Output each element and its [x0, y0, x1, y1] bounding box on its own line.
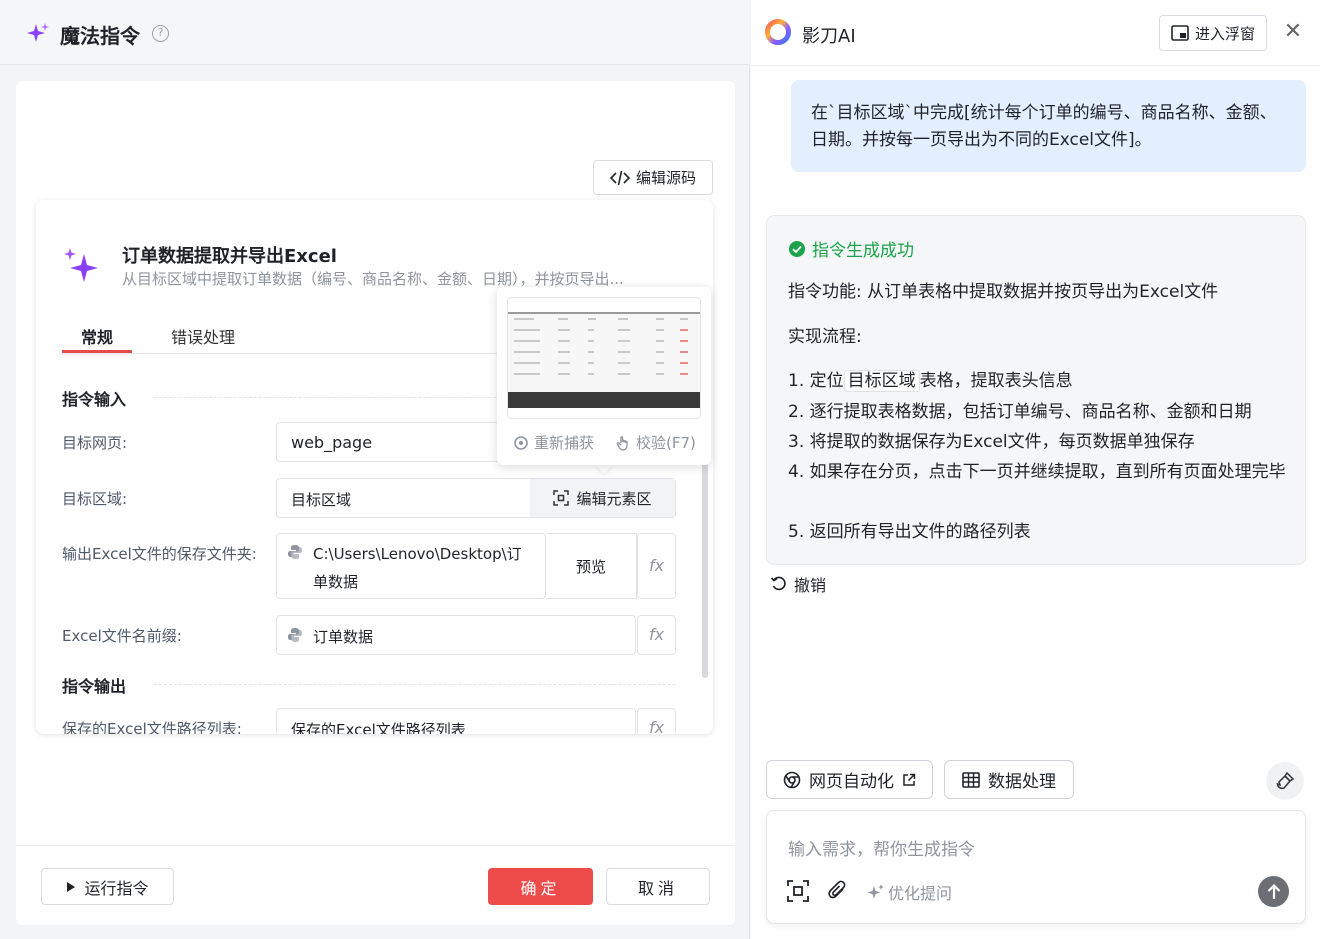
footer-divider — [16, 845, 735, 846]
step-2: 2. 逐行提取表格数据，包括订单编号、商品名称、金额和日期 — [788, 402, 1252, 422]
target-page-field[interactable]: web_page — [276, 422, 506, 462]
step-1-suffix: 表格，提取表头信息 — [919, 371, 1073, 391]
edit-element-area-button[interactable]: 编辑元素区 — [530, 479, 675, 517]
edit-source-button[interactable]: 编辑源码 — [593, 160, 713, 195]
verify-button[interactable]: 校验(F7) — [615, 432, 696, 453]
prompt-input[interactable]: 输入需求，帮你生成指令 — [788, 835, 975, 860]
sparkle-icon — [27, 23, 49, 42]
code-icon — [609, 170, 630, 185]
target-page-label: 目标网页: — [62, 434, 128, 452]
run-command-button[interactable]: 运行指令 — [41, 868, 174, 905]
sparkle-icon — [867, 884, 884, 899]
chip-data-label: 数据处理 — [988, 772, 1056, 792]
python-icon — [288, 545, 302, 559]
command-card: 订单数据提取并导出Excel 从目标区域中提取订单数据（编号、商品名称、金额、日… — [36, 200, 713, 734]
sparkle-icon — [64, 248, 98, 282]
output-folder-label: 输出Excel文件的保存文件夹: — [62, 545, 257, 563]
verify-label: 校验(F7) — [636, 434, 696, 452]
play-icon — [67, 881, 76, 892]
ai-panel-title: 影刀AI — [802, 26, 856, 47]
tab-active-indicator — [62, 350, 132, 353]
undo-button[interactable]: 撤销 — [770, 572, 826, 596]
float-window-label: 进入浮窗 — [1194, 24, 1255, 43]
send-button[interactable] — [1258, 876, 1289, 907]
function-line: 指令功能: 从订单表格中提取数据并按页导出为Excel文件 — [788, 282, 1219, 302]
target-area-label: 目标区域: — [62, 490, 128, 508]
edit-element-area-label: 编辑元素区 — [576, 489, 652, 508]
step-1: 1. 定位 目标区域 表格，提取表头信息 — [788, 366, 1073, 392]
output-list-value: 保存的Excel文件路径列表 — [291, 721, 466, 734]
recapture-button[interactable]: 重新捕获 — [513, 432, 594, 453]
external-link-icon — [903, 773, 916, 786]
help-icon[interactable]: ? — [152, 25, 169, 42]
table-icon — [962, 771, 980, 788]
optimize-question-button[interactable]: 优化提问 — [866, 880, 952, 904]
card-description: 从目标区域中提取订单数据（编号、商品名称、金额、日期），并按页导出... — [122, 270, 624, 288]
element-thumbnail[interactable] — [507, 297, 701, 419]
cancel-button[interactable]: 取消 — [606, 868, 710, 905]
flow-title: 实现流程: — [788, 327, 862, 347]
output-list-label: 保存的Excel文件路径列表: — [62, 720, 242, 734]
output-fx-button[interactable]: fx — [637, 708, 676, 734]
crosshair-icon — [553, 490, 570, 506]
python-icon — [288, 628, 302, 642]
brush-icon — [1276, 771, 1295, 790]
chip-web-label: 网页自动化 — [809, 772, 894, 792]
step-1-prefix: 1. 定位 — [788, 371, 844, 391]
section-input-title: 指令输入 — [62, 390, 127, 409]
run-command-label: 运行指令 — [84, 878, 149, 898]
filename-prefix-label: Excel文件名前缀: — [62, 627, 182, 645]
target-area-tag[interactable]: 目标区域 — [843, 370, 920, 392]
chrome-icon — [783, 771, 801, 788]
filename-prefix-field[interactable]: 订单数据 — [276, 615, 636, 655]
chip-web-automation[interactable]: 网页自动化 — [766, 760, 933, 799]
check-circle-icon — [789, 240, 805, 257]
folder-preview-button[interactable]: 预览 — [546, 533, 637, 599]
clear-chat-button[interactable] — [1266, 762, 1304, 800]
close-icon[interactable]: ✕ — [1283, 20, 1303, 44]
paperclip-icon[interactable] — [828, 880, 848, 902]
optimize-label: 优化提问 — [888, 884, 953, 903]
prefix-fx-button[interactable]: fx — [637, 615, 676, 655]
chip-data-processing[interactable]: 数据处理 — [944, 760, 1074, 799]
undo-icon — [770, 576, 786, 591]
edit-source-label: 编辑源码 — [635, 169, 696, 187]
step-4: 4. 如果存在分页，点击下一页并继续提取，直到所有页面处理完毕 — [788, 462, 1286, 482]
target-area-value: 目标区域 — [291, 491, 352, 509]
arrow-up-icon — [1267, 883, 1280, 899]
card-title: 订单数据提取并导出Excel — [122, 246, 337, 267]
screenshot-icon[interactable] — [787, 880, 809, 902]
crosshair-icon — [514, 435, 528, 450]
output-list-field[interactable]: 保存的Excel文件路径列表 — [276, 708, 636, 734]
window-icon — [1171, 25, 1189, 41]
user-message: 在`目标区域`中完成[统计每个订单的编号、商品名称、金额、日期。并按每一页导出为… — [791, 80, 1306, 172]
recapture-label: 重新捕获 — [534, 434, 595, 452]
divider — [154, 684, 676, 685]
float-window-button[interactable]: 进入浮窗 — [1159, 15, 1267, 51]
success-label: 指令生成成功 — [812, 241, 914, 261]
output-folder-value: C:\Users\Lenovo\Desktop\订单数据 — [313, 545, 522, 591]
ai-logo-icon — [765, 19, 791, 45]
step-5: 5. 返回所有导出文件的路径列表 — [788, 522, 1031, 542]
undo-label: 撤销 — [794, 576, 827, 595]
success-status: 指令生成成功 — [789, 236, 914, 261]
element-thumbnail-image — [508, 298, 700, 418]
hand-icon — [616, 435, 628, 451]
folder-preview-label: 预览 — [575, 557, 606, 576]
folder-fx-button[interactable]: fx — [637, 533, 676, 599]
prompt-input-box[interactable] — [766, 810, 1306, 924]
output-folder-field[interactable]: C:\Users\Lenovo\Desktop\订单数据 — [276, 533, 546, 599]
section-output-title: 指令输出 — [62, 677, 127, 696]
page-title: 魔法指令 — [60, 24, 140, 48]
element-preview-popover: 重新捕获 校验(F7) — [497, 287, 711, 465]
right-header-divider — [751, 65, 1320, 66]
target-page-value: web_page — [291, 433, 373, 452]
confirm-button[interactable]: 确定 — [488, 868, 593, 905]
step-3: 3. 将提取的数据保存为Excel文件，每页数据单独保存 — [788, 432, 1195, 452]
tab-error-handling[interactable]: 错误处理 — [171, 324, 235, 348]
filename-prefix-value: 订单数据 — [313, 628, 374, 646]
tab-general[interactable]: 常规 — [81, 324, 113, 348]
